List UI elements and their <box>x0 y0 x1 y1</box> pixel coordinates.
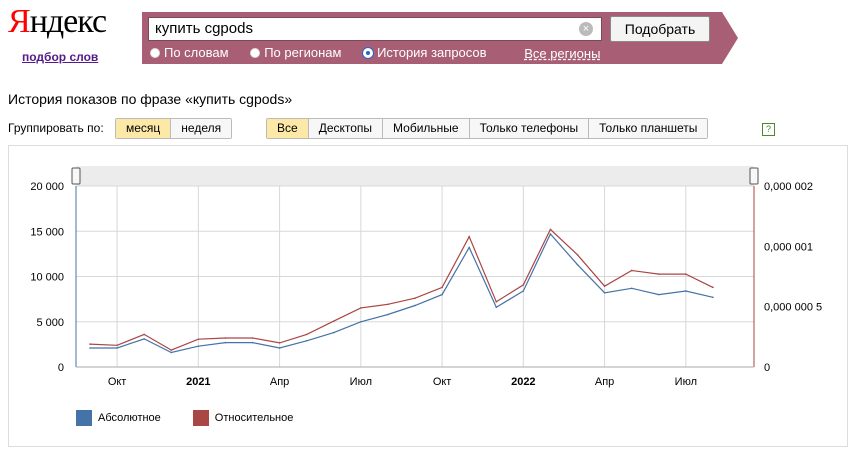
data-point <box>630 269 633 272</box>
data-point <box>522 290 525 292</box>
x-tick-label: Окт <box>108 376 127 388</box>
series-line-absolute <box>90 232 714 354</box>
data-point <box>414 304 416 307</box>
data-point <box>657 273 660 275</box>
x-tick-label: Апр <box>270 376 289 388</box>
data-point <box>143 338 145 340</box>
data-point <box>305 333 308 336</box>
x-tick-label: Апр <box>595 376 614 388</box>
data-point <box>197 338 200 341</box>
data-point <box>224 337 227 339</box>
data-point <box>441 286 443 289</box>
chart-svg: Окт 2021 Апр Июл Окт 2022 Апр Июл 0 5 000 10 000 15… <box>30 166 822 388</box>
data-point <box>495 306 498 309</box>
legend-item-relative[interactable]: Относительное <box>192 410 293 426</box>
data-point <box>657 293 660 296</box>
data-point <box>305 339 308 342</box>
data-point <box>495 301 498 303</box>
data-point <box>360 320 362 323</box>
data-point <box>441 293 443 296</box>
data-point <box>576 263 579 266</box>
data-point <box>89 347 91 349</box>
data-point <box>414 297 416 300</box>
legend-swatch-relative <box>192 410 209 426</box>
data-point <box>712 296 714 299</box>
data-point <box>549 233 552 235</box>
y-left-tick-label: 5 000 <box>36 317 64 329</box>
data-point <box>549 228 552 231</box>
data-point <box>685 290 687 292</box>
data-point <box>251 341 254 344</box>
data-point <box>685 273 687 275</box>
data-point <box>89 343 91 345</box>
data-point <box>170 351 173 354</box>
data-point <box>603 291 606 294</box>
data-point <box>197 345 200 347</box>
data-point <box>360 307 362 309</box>
range-handle-left[interactable] <box>71 167 81 185</box>
data-point <box>468 246 470 249</box>
x-tick-label: Июл <box>350 376 372 388</box>
data-point <box>332 320 335 322</box>
data-point <box>468 235 470 238</box>
chart-legend: Абсолютное Относительное <box>76 410 325 426</box>
y-left-tick-label: 0 <box>58 362 64 374</box>
data-point <box>712 286 714 289</box>
data-point <box>603 285 606 287</box>
data-point <box>116 344 118 347</box>
data-point <box>224 341 227 344</box>
y-left-tick-label: 15 000 <box>30 226 64 238</box>
x-tick-label: 2022 <box>511 376 535 388</box>
y-left-tick-label: 20 000 <box>30 181 64 193</box>
data-point <box>332 331 335 334</box>
x-tick-label: 2021 <box>186 376 210 388</box>
y-right-tick-label: 0,000 000 5 <box>764 302 822 314</box>
data-point <box>278 347 281 349</box>
y-right-tick-label: 0 <box>764 362 770 374</box>
x-tick-label: Окт <box>433 376 452 388</box>
data-point <box>387 303 389 306</box>
data-point <box>387 313 389 316</box>
data-point <box>278 342 281 344</box>
y-left-tick-label: 10 000 <box>30 272 64 284</box>
data-point <box>630 287 633 290</box>
data-point <box>116 347 118 349</box>
data-point <box>576 253 579 256</box>
data-point <box>522 284 525 286</box>
range-handle-right[interactable] <box>749 167 759 185</box>
legend-swatch-absolute <box>76 410 92 426</box>
y-right-tick-label: 0,000 002 <box>764 181 813 193</box>
x-tick-label: Июл <box>675 376 697 388</box>
legend-item-absolute[interactable]: Абсолютное <box>76 410 161 426</box>
data-point <box>170 349 173 351</box>
data-point <box>251 337 254 339</box>
y-right-tick-label: 0,000 001 <box>764 241 813 253</box>
navigator-strip <box>76 166 754 186</box>
data-point <box>143 333 145 336</box>
